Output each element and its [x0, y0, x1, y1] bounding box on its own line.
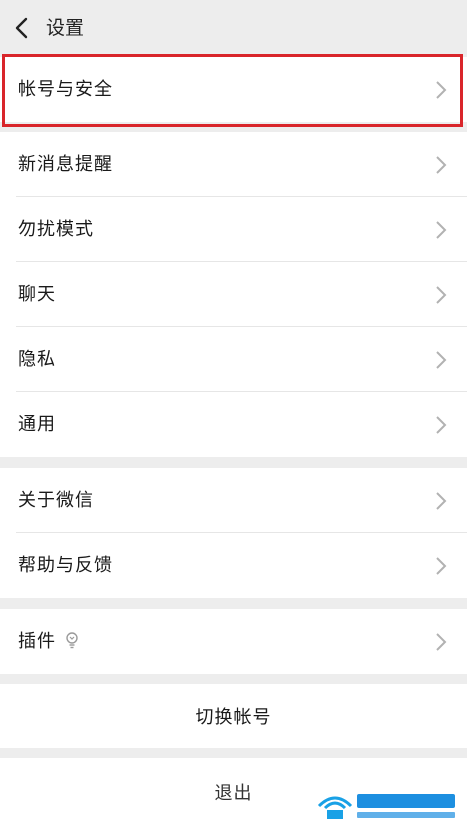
- settings-item-label: 通用: [18, 413, 56, 435]
- chevron-right-icon: [436, 416, 447, 434]
- settings-item-plugins[interactable]: 插件: [0, 609, 467, 674]
- general-settings-section: 新消息提醒 勿扰模式 聊天 隐私 通用: [0, 132, 467, 457]
- settings-item-label: 新消息提醒: [18, 153, 113, 175]
- settings-item-do-not-disturb[interactable]: 勿扰模式: [0, 197, 467, 262]
- chevron-right-icon: [436, 221, 447, 239]
- settings-item-about-wechat[interactable]: 关于微信: [0, 468, 467, 533]
- settings-item-general[interactable]: 通用: [0, 392, 467, 457]
- chevron-right-icon: [436, 633, 447, 651]
- chevron-right-icon: [436, 492, 447, 510]
- logout-label: 退出: [214, 783, 253, 804]
- chevron-right-icon: [436, 81, 447, 99]
- chevron-right-icon: [436, 557, 447, 575]
- settings-item-label: 勿扰模式: [18, 218, 94, 240]
- account-section: 帐号与安全: [0, 57, 467, 122]
- title-bar: 设置: [0, 0, 467, 56]
- settings-item-notifications[interactable]: 新消息提醒: [0, 132, 467, 197]
- back-arrow-icon[interactable]: [10, 16, 34, 40]
- chevron-right-icon: [436, 156, 447, 174]
- settings-item-label: 插件: [18, 630, 56, 652]
- settings-item-label: 帮助与反馈: [18, 554, 113, 576]
- switch-account-button[interactable]: 切换帐号: [0, 684, 467, 748]
- page-title: 设置: [46, 17, 85, 39]
- settings-item-account-security[interactable]: 帐号与安全: [0, 57, 467, 122]
- switch-account-label: 切换帐号: [195, 707, 272, 728]
- chevron-right-icon: [436, 351, 447, 369]
- settings-item-privacy[interactable]: 隐私: [0, 327, 467, 392]
- settings-item-chat[interactable]: 聊天: [0, 262, 467, 327]
- about-section: 关于微信 帮助与反馈: [0, 468, 467, 598]
- settings-item-help-feedback[interactable]: 帮助与反馈: [0, 533, 467, 598]
- settings-item-label: 聊天: [18, 283, 56, 305]
- settings-item-label: 隐私: [18, 348, 56, 370]
- watermark-logo: [317, 794, 455, 819]
- settings-item-label: 帐号与安全: [18, 78, 113, 100]
- plugins-section: 插件: [0, 609, 467, 674]
- chevron-right-icon: [436, 286, 447, 304]
- plugin-bulb-icon: [66, 632, 78, 649]
- settings-item-label: 关于微信: [18, 489, 94, 511]
